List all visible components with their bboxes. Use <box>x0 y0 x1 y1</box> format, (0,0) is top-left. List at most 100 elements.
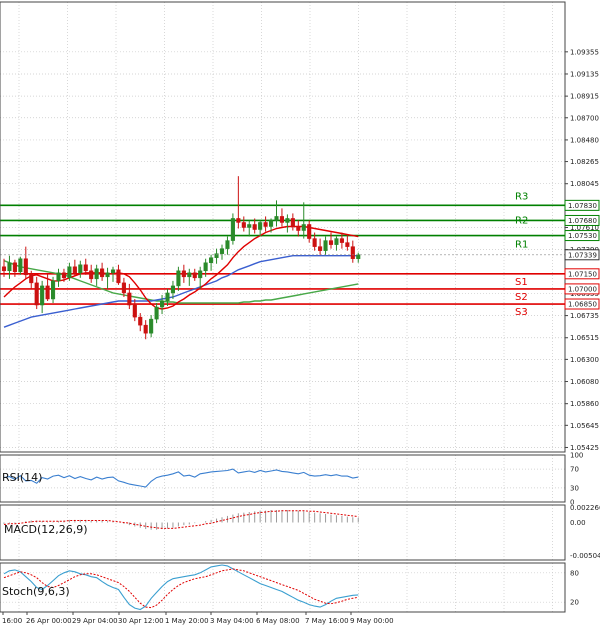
candle-body <box>121 282 126 294</box>
candle-body <box>301 224 306 231</box>
candle-body <box>350 246 355 259</box>
candle-body <box>198 270 203 279</box>
candle-body <box>45 285 50 300</box>
time-tick-label: 7 May 16:00 <box>305 617 349 625</box>
time-tick-label: 16:00 <box>2 617 22 625</box>
chart-background <box>0 0 600 629</box>
candle-body <box>345 242 350 247</box>
candle-body <box>247 224 252 228</box>
rsi-tick-label: 100 <box>570 452 583 460</box>
candle-body <box>285 218 290 223</box>
time-tick-label: 9 May 00:00 <box>350 617 394 625</box>
candle-body <box>56 272 61 282</box>
candle-body <box>252 224 257 230</box>
candle-body <box>279 216 284 223</box>
candle-body <box>187 272 192 278</box>
candle-body <box>334 238 339 245</box>
candle-body <box>100 268 105 278</box>
rsi-tick-label: 70 <box>570 466 579 474</box>
candle-body <box>290 218 295 227</box>
level-name-s3: S3 <box>515 307 528 318</box>
price-tick-label: 1.06735 <box>570 312 599 320</box>
candle-body <box>160 300 165 308</box>
candle-body <box>230 218 235 241</box>
candle-body <box>263 222 268 227</box>
time-tick-label: 6 May 08:00 <box>256 617 300 625</box>
level-tag-r2: 1.07680 <box>568 217 597 225</box>
level-tag-s3: 1.06850 <box>568 301 597 309</box>
candle-body <box>110 269 116 274</box>
candle-body <box>94 268 99 280</box>
price-tick-label: 1.08480 <box>570 136 599 144</box>
price-tick-label: 1.09355 <box>570 48 599 56</box>
price-tick-label: 1.09135 <box>570 70 599 78</box>
candle-body <box>40 285 45 306</box>
price-tick-label: 1.06080 <box>570 378 599 386</box>
stoch-tick-label: 20 <box>570 599 579 607</box>
candle-body <box>127 292 132 306</box>
price-tick-label: 1.06300 <box>570 356 599 364</box>
candle-body <box>274 216 279 221</box>
price-tick-label: 1.08045 <box>570 180 599 188</box>
price-tick-label: 1.05645 <box>570 422 599 430</box>
candle-body <box>89 270 94 280</box>
level-tag-r3: 1.07830 <box>568 202 597 210</box>
candle-body <box>132 304 137 318</box>
candle-body <box>7 262 12 272</box>
candle-body <box>61 272 67 279</box>
price-tick-label: 1.08700 <box>570 114 599 122</box>
candle-body <box>12 262 17 273</box>
candle-body <box>323 240 328 251</box>
candle-body <box>203 262 208 272</box>
candle-body <box>176 270 181 287</box>
candle-body <box>29 274 34 284</box>
candle-body <box>143 324 148 334</box>
candle-body <box>181 270 186 278</box>
chart-canvas: R3 R2 R1 S1 S2 S3 RSI(14) MACD(12,26,9) Stoch… <box>0 0 600 629</box>
candle-body <box>192 272 197 279</box>
candle-body <box>219 248 225 254</box>
candle-body <box>51 280 56 300</box>
candle-body <box>67 266 72 279</box>
level-name-s1: S1 <box>515 277 528 288</box>
candle-body <box>23 258 28 276</box>
candle-body <box>34 282 39 306</box>
level-name-r3: R3 <box>515 191 528 202</box>
candle-body <box>18 258 23 273</box>
macd-tick-label: -0.005046 <box>570 552 600 560</box>
macd-tick-label: 0.00 <box>570 519 586 527</box>
candle-body <box>154 306 159 320</box>
candle-body <box>328 240 334 245</box>
candle-body <box>339 238 344 243</box>
candle-body <box>269 220 274 227</box>
price-tick-label: 1.06515 <box>570 334 599 342</box>
price-tick-label: 1.08265 <box>570 158 599 166</box>
candle-body <box>258 222 263 230</box>
rsi-tick-label: 30 <box>570 484 579 492</box>
time-tick-label: 30 Apr 12:00 <box>118 617 164 625</box>
time-tick-label: 1 May 20:00 <box>165 617 209 625</box>
candle-body <box>105 272 110 278</box>
candle-body <box>170 285 175 294</box>
level-name-r1: R1 <box>515 240 528 251</box>
time-tick-label: 26 Apr 00:00 <box>26 617 72 625</box>
candle-body <box>149 318 154 334</box>
time-tick-label: 3 May 04:00 <box>210 617 254 625</box>
candle-body <box>236 218 241 223</box>
candle-body <box>214 253 219 258</box>
candle-body <box>312 238 317 247</box>
candle-body <box>225 240 230 249</box>
macd-tick-label: 0.002266 <box>570 504 600 512</box>
candle-body <box>307 224 312 239</box>
level-tag-r1: 1.07530 <box>568 232 597 240</box>
candle-body <box>318 246 323 251</box>
candle-body <box>296 226 301 231</box>
stoch-tick-label: 80 <box>570 569 579 577</box>
level-tag-s1: 1.07150 <box>568 270 597 278</box>
level-tag-s2: 1.07000 <box>568 285 597 293</box>
candle-body <box>116 269 121 284</box>
candle-body <box>165 292 170 302</box>
macd-title: MACD(12,26,9) <box>4 523 88 536</box>
price-tick-label: 1.08915 <box>570 93 599 101</box>
level-name-s2: S2 <box>515 292 528 303</box>
